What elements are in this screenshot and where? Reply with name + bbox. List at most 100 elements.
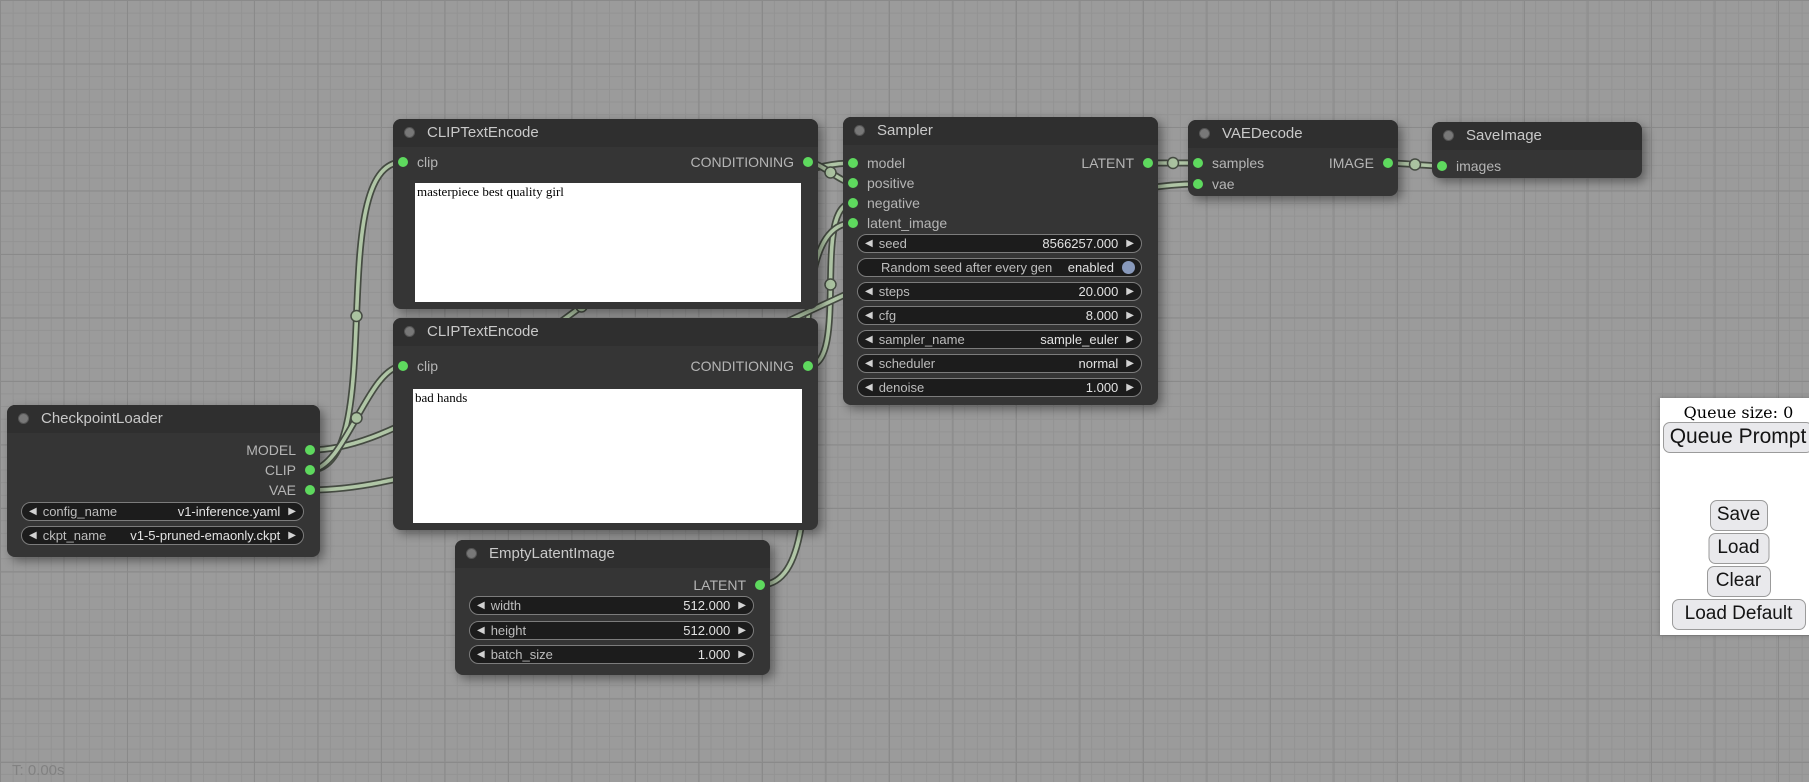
input-slot-model[interactable]: model xyxy=(848,154,905,172)
widget-config-name[interactable]: ◀config_namev1-inference.yaml▶ xyxy=(21,502,304,521)
comfyui-canvas[interactable]: { "status": { "execution_time": "T: 0.00… xyxy=(0,0,1809,782)
widget-seed[interactable]: ◀seed8566257.000▶ xyxy=(857,234,1142,253)
output-slot-dot[interactable] xyxy=(755,580,765,590)
widget-left-arrow-icon[interactable]: ◀ xyxy=(29,507,37,517)
queue-prompt-button[interactable]: Queue Prompt xyxy=(1663,422,1809,453)
input-slot-dot[interactable] xyxy=(398,361,408,371)
widget-steps[interactable]: ◀steps20.000▶ xyxy=(857,282,1142,301)
input-slot-dot[interactable] xyxy=(848,198,858,208)
toggle-on-dot-icon[interactable] xyxy=(1122,261,1135,274)
widget-right-arrow-icon[interactable]: ▶ xyxy=(1126,311,1134,321)
output-slot-dot[interactable] xyxy=(1143,158,1153,168)
widget-left-arrow-icon[interactable]: ◀ xyxy=(865,239,873,249)
node-title-bar[interactable]: CheckpointLoader xyxy=(7,405,320,433)
input-slot-latent_image[interactable]: latent_image xyxy=(848,214,947,232)
node-emptylatentimage[interactable]: EmptyLatentImage LATENT ◀width512.000▶ ◀hei… xyxy=(455,540,770,675)
widget-right-arrow-icon[interactable]: ▶ xyxy=(1126,359,1134,369)
node-title-bar[interactable]: CLIPTextEncode xyxy=(393,119,818,147)
widget-left-arrow-icon[interactable]: ◀ xyxy=(29,531,37,541)
output-slot-model[interactable]: MODEL xyxy=(246,441,315,459)
widget-right-arrow-icon[interactable]: ▶ xyxy=(738,601,746,611)
output-slot-latent[interactable]: LATENT xyxy=(693,576,765,594)
output-slot-vae[interactable]: VAE xyxy=(269,481,315,499)
input-slot-dot[interactable] xyxy=(848,218,858,228)
node-title-bar[interactable]: SaveImage xyxy=(1432,122,1642,150)
link-midpoint-dot[interactable] xyxy=(351,413,362,424)
output-slot-latent[interactable]: LATENT xyxy=(1081,154,1153,172)
input-slot-clip[interactable]: clip xyxy=(398,357,438,375)
input-slot-negative[interactable]: negative xyxy=(848,194,920,212)
link-midpoint-dot[interactable] xyxy=(1168,158,1179,169)
node-title-bar[interactable]: Sampler xyxy=(843,117,1158,145)
widget-batch-size[interactable]: ◀batch_size1.000▶ xyxy=(469,645,754,664)
output-slot-dot[interactable] xyxy=(1383,158,1393,168)
save-button[interactable]: Save xyxy=(1710,500,1768,531)
collapse-dot-icon[interactable] xyxy=(404,326,415,337)
widget-left-arrow-icon[interactable]: ◀ xyxy=(865,335,873,345)
widget-right-arrow-icon[interactable]: ▶ xyxy=(738,650,746,660)
output-slot-conditioning[interactable]: CONDITIONING xyxy=(691,357,813,375)
link-midpoint-dot[interactable] xyxy=(825,167,836,178)
link-midpoint-dot[interactable] xyxy=(1410,159,1421,170)
input-slot-vae[interactable]: vae xyxy=(1193,175,1235,193)
widget-denoise[interactable]: ◀denoise1.000▶ xyxy=(857,378,1142,397)
widget-cfg[interactable]: ◀cfg8.000▶ xyxy=(857,306,1142,325)
link-midpoint-dot[interactable] xyxy=(351,311,362,322)
input-slot-dot[interactable] xyxy=(1193,179,1203,189)
widget-right-arrow-icon[interactable]: ▶ xyxy=(288,507,296,517)
input-slot-clip[interactable]: clip xyxy=(398,153,438,171)
widget-right-arrow-icon[interactable]: ▶ xyxy=(1126,383,1134,393)
node-title-bar[interactable]: EmptyLatentImage xyxy=(455,540,770,568)
widget-left-arrow-icon[interactable]: ◀ xyxy=(477,650,485,660)
collapse-dot-icon[interactable] xyxy=(1199,128,1210,139)
widget-left-arrow-icon[interactable]: ◀ xyxy=(865,287,873,297)
input-slot-positive[interactable]: positive xyxy=(848,174,914,192)
collapse-dot-icon[interactable] xyxy=(18,413,29,424)
widget-left-arrow-icon[interactable]: ◀ xyxy=(477,626,485,636)
widget-left-arrow-icon[interactable]: ◀ xyxy=(865,359,873,369)
node-checkpointloader[interactable]: CheckpointLoader MODEL CLIP VAE ◀config_name… xyxy=(7,405,320,557)
widget-right-arrow-icon[interactable]: ▶ xyxy=(1126,239,1134,249)
link-midpoint-dot[interactable] xyxy=(825,279,836,290)
input-slot-dot[interactable] xyxy=(1193,158,1203,168)
load-button[interactable]: Load xyxy=(1708,533,1769,564)
output-slot-image[interactable]: IMAGE xyxy=(1329,154,1393,172)
widget-right-arrow-icon[interactable]: ▶ xyxy=(738,626,746,636)
widget-ckpt-name[interactable]: ◀ckpt_namev1-5-pruned-emaonly.ckpt▶ xyxy=(21,526,304,545)
input-slot-samples[interactable]: samples xyxy=(1193,154,1264,172)
prompt-textarea[interactable] xyxy=(415,183,801,302)
node-title-bar[interactable]: CLIPTextEncode xyxy=(393,318,818,346)
collapse-dot-icon[interactable] xyxy=(1443,130,1454,141)
load-default-button[interactable]: Load Default xyxy=(1672,599,1806,630)
widget-scheduler[interactable]: ◀schedulernormal▶ xyxy=(857,354,1142,373)
node-title-bar[interactable]: VAEDecode xyxy=(1188,120,1398,148)
output-slot-dot[interactable] xyxy=(305,445,315,455)
input-slot-dot[interactable] xyxy=(848,178,858,188)
node-saveimage[interactable]: SaveImage images xyxy=(1432,122,1642,178)
clear-button[interactable]: Clear xyxy=(1707,566,1771,597)
output-slot-clip[interactable]: CLIP xyxy=(265,461,315,479)
widget-right-arrow-icon[interactable]: ▶ xyxy=(1126,287,1134,297)
collapse-dot-icon[interactable] xyxy=(466,548,477,559)
node-vaedecode[interactable]: VAEDecode samples vae IMAGE xyxy=(1188,120,1398,196)
output-slot-conditioning[interactable]: CONDITIONING xyxy=(691,153,813,171)
output-slot-dot[interactable] xyxy=(803,157,813,167)
output-slot-dot[interactable] xyxy=(305,485,315,495)
widget-height[interactable]: ◀height512.000▶ xyxy=(469,621,754,640)
widget-right-arrow-icon[interactable]: ▶ xyxy=(1126,335,1134,345)
output-slot-dot[interactable] xyxy=(803,361,813,371)
collapse-dot-icon[interactable] xyxy=(404,127,415,138)
node-cliptextencode-negative[interactable]: CLIPTextEncode clip CONDITIONING xyxy=(393,318,818,530)
widget-right-arrow-icon[interactable]: ▶ xyxy=(288,531,296,541)
output-slot-dot[interactable] xyxy=(305,465,315,475)
collapse-dot-icon[interactable] xyxy=(854,125,865,136)
widget-left-arrow-icon[interactable]: ◀ xyxy=(477,601,485,611)
widget-left-arrow-icon[interactable]: ◀ xyxy=(865,311,873,321)
input-slot-dot[interactable] xyxy=(848,158,858,168)
widget-left-arrow-icon[interactable]: ◀ xyxy=(865,383,873,393)
node-sampler[interactable]: Sampler model positive negative latent_image… xyxy=(843,117,1158,405)
node-cliptextencode-positive[interactable]: CLIPTextEncode clip CONDITIONING xyxy=(393,119,818,309)
widget-width[interactable]: ◀width512.000▶ xyxy=(469,596,754,615)
input-slot-dot[interactable] xyxy=(398,157,408,167)
input-slot-images[interactable]: images xyxy=(1437,157,1501,175)
